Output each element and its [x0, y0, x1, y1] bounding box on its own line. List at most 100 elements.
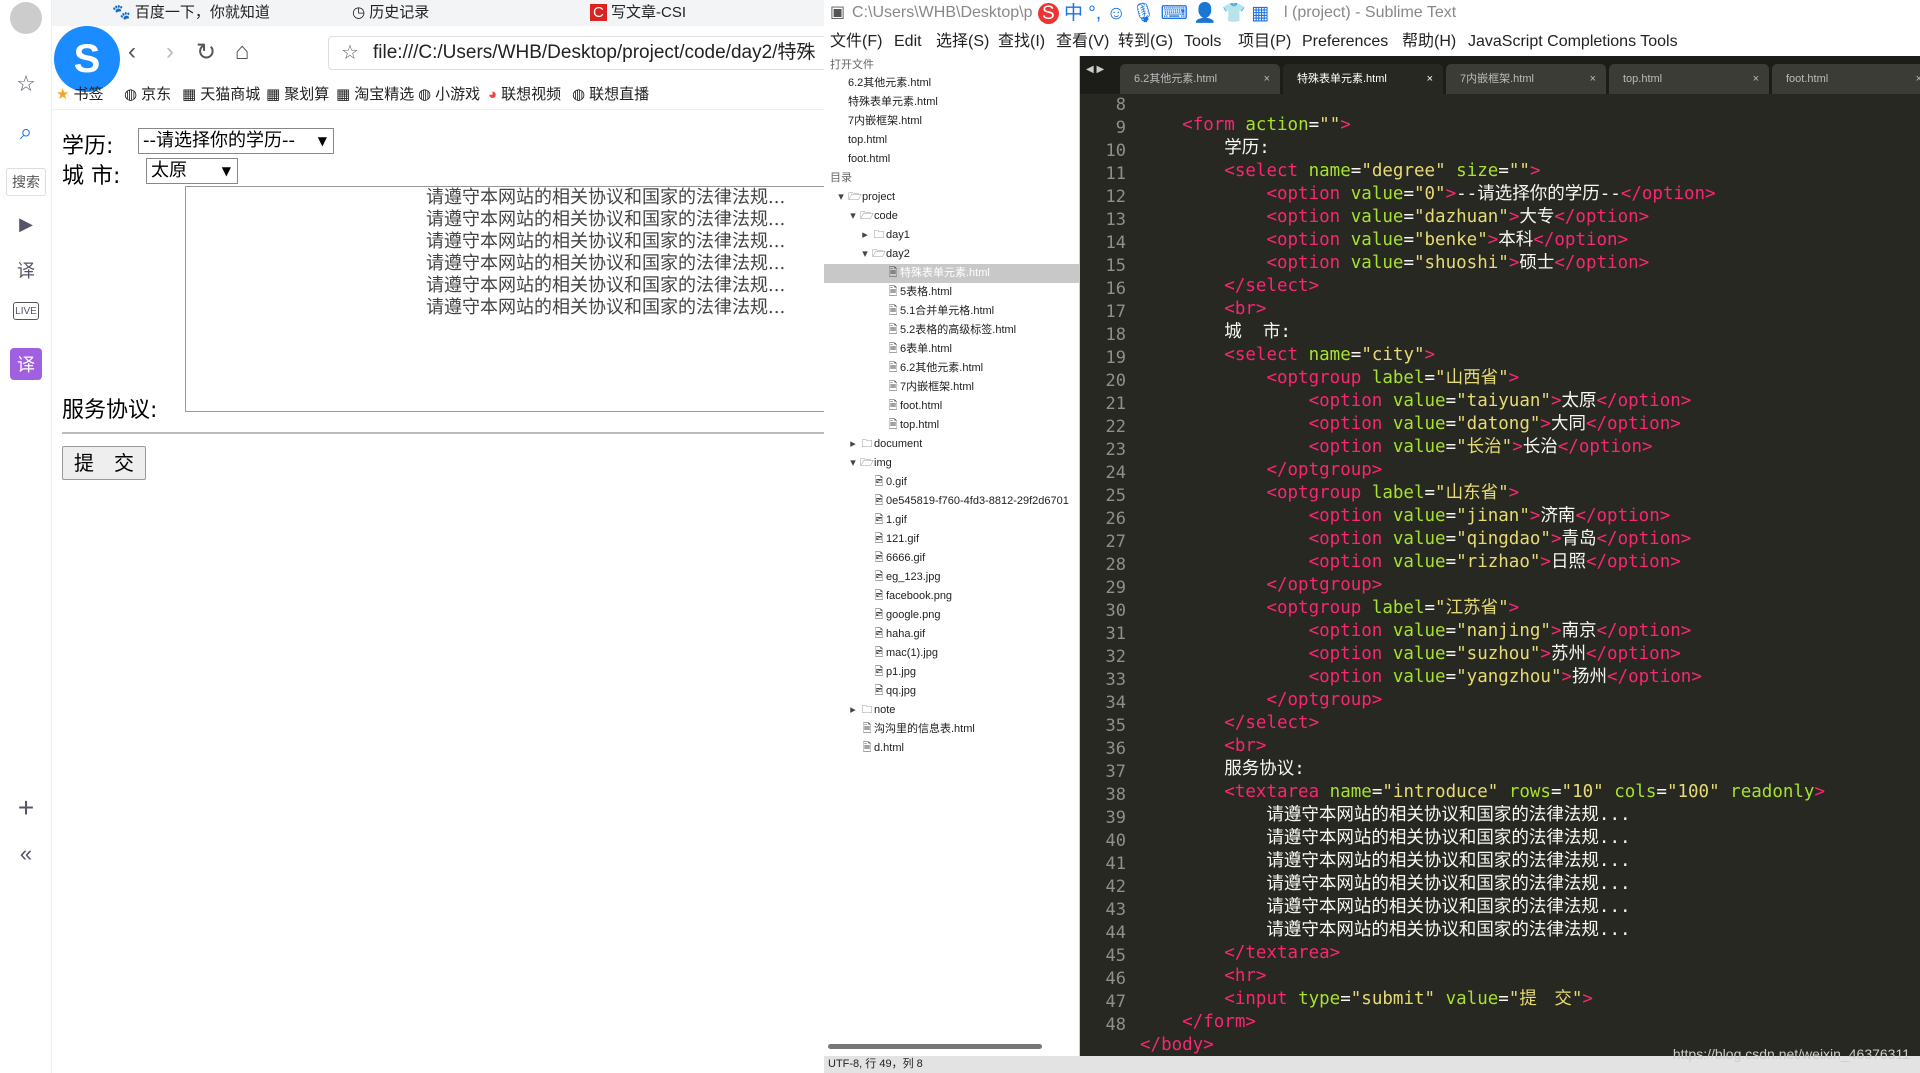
mic-icon[interactable]: 🎙	[1131, 3, 1155, 24]
submit-button[interactable]: 提 交	[62, 446, 146, 480]
keyboard-icon[interactable]: ⌨	[1161, 3, 1188, 24]
close-icon[interactable]: ×	[1753, 64, 1759, 94]
tree-file-selected[interactable]: 🗎 特殊表单元素.html	[824, 264, 1080, 283]
tree-file[interactable]: 🗎 6表单.html	[824, 340, 1080, 359]
tree-file[interactable]: 🗎 5.2表格的高级标签.html	[824, 321, 1080, 340]
grid-icon[interactable]: ▦	[1251, 3, 1269, 24]
menu-js-completions[interactable]: JavaScript Completions Tools	[1468, 28, 1678, 56]
tree-file[interactable]: 🖻 haha.gif	[824, 625, 1080, 644]
menu-tools[interactable]: Tools	[1184, 28, 1221, 56]
tree-folder[interactable]: ▸ 🗀 note	[824, 701, 1080, 720]
video-icon[interactable]: ▶	[10, 208, 42, 240]
menu-goto[interactable]: 转到(G)	[1118, 28, 1173, 56]
translate-icon[interactable]: 译	[10, 254, 42, 286]
tree-file[interactable]: 🖻 eg_123.jpg	[824, 568, 1080, 587]
bookmark-item[interactable]: ◍ 小游戏	[418, 84, 480, 106]
close-icon[interactable]: ×	[1427, 64, 1433, 94]
favorites-star-icon[interactable]: ☆	[10, 68, 42, 100]
add-icon[interactable]: +	[10, 792, 42, 824]
code-area[interactable]: <form action=""> 学历: <select name="degre…	[1140, 94, 1920, 1056]
open-file-item[interactable]: top.html	[824, 131, 1080, 150]
emoji-icon[interactable]: ☺	[1106, 3, 1125, 24]
tree-file[interactable]: 🗎 d.html	[824, 739, 1080, 758]
tree-folder[interactable]: ▾ 🗁day2	[824, 245, 1080, 264]
reload-button[interactable]: ↻	[192, 38, 220, 66]
tree-file[interactable]: 🖻 facebook.png	[824, 587, 1080, 606]
tab-history[interactable]: ◷ 历史记录	[352, 0, 562, 26]
bookmark-item[interactable]: ◍ 联想直播	[572, 84, 649, 106]
tree-file[interactable]: 🖻 0.gif	[824, 473, 1080, 492]
tree-file[interactable]: 🗎 7内嵌框架.html	[824, 378, 1080, 397]
bookmark-item[interactable]: ★ 书签	[56, 84, 103, 106]
menu-view[interactable]: 查看(V)	[1056, 28, 1109, 56]
open-file-item[interactable]: 6.2其他元素.html	[824, 74, 1080, 93]
ime-punct-icon[interactable]: °,	[1088, 3, 1101, 24]
bookmark-star-icon[interactable]: ☆	[341, 37, 359, 69]
editor-tab-active[interactable]: 特殊表单元素.html ×	[1283, 64, 1443, 94]
tree-file[interactable]: 🖻 google.png	[824, 606, 1080, 625]
tab-nav-arrows-icon[interactable]: ◀ ▶	[1086, 64, 1104, 75]
open-file-item[interactable]: foot.html	[824, 150, 1080, 169]
tree-file[interactable]: 🖻 0e545819-f760-4fd3-8812-29f2d6701	[824, 492, 1080, 511]
open-file-item[interactable]: 特殊表单元素.html	[824, 93, 1080, 112]
tree-file[interactable]: 🗎 top.html	[824, 416, 1080, 435]
tree-file[interactable]: 🗎 5.1合并单元格.html	[824, 302, 1080, 321]
menu-edit[interactable]: Edit	[894, 28, 922, 56]
avatar[interactable]	[10, 2, 42, 34]
bookmark-item[interactable]: ▦ 聚划算	[266, 84, 329, 106]
forward-button[interactable]: ›	[156, 38, 184, 66]
search-icon[interactable]: ⌕	[10, 116, 42, 148]
sidebar-search-label[interactable]: 搜索	[6, 168, 46, 196]
editor-tab[interactable]: 6.2其他元素.html ×	[1120, 64, 1280, 94]
editor-tab[interactable]: 7内嵌框架.html ×	[1446, 64, 1606, 94]
editor-tab[interactable]: top.html ×	[1609, 64, 1769, 94]
tree-folder[interactable]: ▾ 🗁img	[824, 454, 1080, 473]
menu-help[interactable]: 帮助(H)	[1402, 28, 1456, 56]
shirt-icon[interactable]: 👕	[1222, 3, 1246, 24]
tree-file[interactable]: 🖻 121.gif	[824, 530, 1080, 549]
tree-file[interactable]: 🖻 qq.jpg	[824, 682, 1080, 701]
bookmark-item[interactable]: ▦ 淘宝精选	[336, 84, 414, 106]
agreement-textarea[interactable]: 请遵守本网站的相关协议和国家的法律法规... 请遵守本网站的相关协议和国家的法律…	[185, 186, 824, 412]
sogou-icon[interactable]: S	[1038, 3, 1059, 24]
tab-baidu[interactable]: 🐾 百度一下，你就知道	[112, 0, 322, 26]
tree-folder[interactable]: ▸ 🗀 day1	[824, 226, 1080, 245]
tree-file[interactable]: 🗎 5表格.html	[824, 283, 1080, 302]
home-button[interactable]: ⌂	[228, 38, 256, 66]
menu-selection[interactable]: 选择(S)	[936, 28, 989, 56]
tree-folder[interactable]: ▾ 🗁project	[824, 188, 1080, 207]
menu-file[interactable]: 文件(F)	[830, 28, 882, 56]
degree-select[interactable]: --请选择你的学历-- ▼	[138, 128, 334, 154]
back-button[interactable]: ‹	[118, 38, 146, 66]
menu-find[interactable]: 查找(I)	[998, 28, 1045, 56]
user-icon[interactable]: 👤	[1193, 3, 1217, 24]
tree-file[interactable]: 🖻 p1.jpg	[824, 663, 1080, 682]
bookmark-item[interactable]: ◕ 联想视频	[488, 84, 561, 106]
bookmark-item[interactable]: ▦ 天猫商城	[182, 84, 260, 106]
editor-tab[interactable]: foot.html ×	[1772, 64, 1920, 94]
menu-preferences[interactable]: Preferences	[1302, 28, 1388, 56]
collapse-icon[interactable]: «	[10, 838, 42, 870]
close-icon[interactable]: ×	[1264, 64, 1270, 94]
tree-file[interactable]: 🖻 1.gif	[824, 511, 1080, 530]
sidebar-scrollbar[interactable]	[828, 1044, 1042, 1049]
tree-folder[interactable]: ▸ 🗀 document	[824, 435, 1080, 454]
live-icon[interactable]: LIVE	[13, 302, 39, 320]
tab-csdn[interactable]: C 写文章-CSI	[590, 0, 690, 26]
close-icon[interactable]: ×	[1590, 64, 1596, 94]
tree-file[interactable]: 🗎 foot.html	[824, 397, 1080, 416]
tree-file[interactable]: 🖻 mac(1).jpg	[824, 644, 1080, 663]
tree-file[interactable]: 🗎 沟沟里的信息表.html	[824, 720, 1080, 739]
ime-chinese-icon[interactable]: 中	[1064, 3, 1083, 24]
tree-file[interactable]: 🗎 6.2其他元素.html	[824, 359, 1080, 378]
tree-file[interactable]: 🖻 6666.gif	[824, 549, 1080, 568]
address-bar[interactable]: ☆ file:///C:/Users/WHB/Desktop/project/co…	[328, 36, 824, 70]
close-icon[interactable]: ×	[1916, 64, 1920, 94]
translate-app-icon[interactable]: 译	[10, 348, 42, 380]
city-select[interactable]: 太原 ▼	[146, 158, 238, 184]
bookmark-item[interactable]: ◍ 京东	[124, 84, 171, 106]
menu-project[interactable]: 项目(P)	[1238, 28, 1291, 56]
tree-folder[interactable]: ▾ 🗁code	[824, 207, 1080, 226]
file-icon: 🗎	[888, 400, 898, 412]
open-file-item[interactable]: 7内嵌框架.html	[824, 112, 1080, 131]
